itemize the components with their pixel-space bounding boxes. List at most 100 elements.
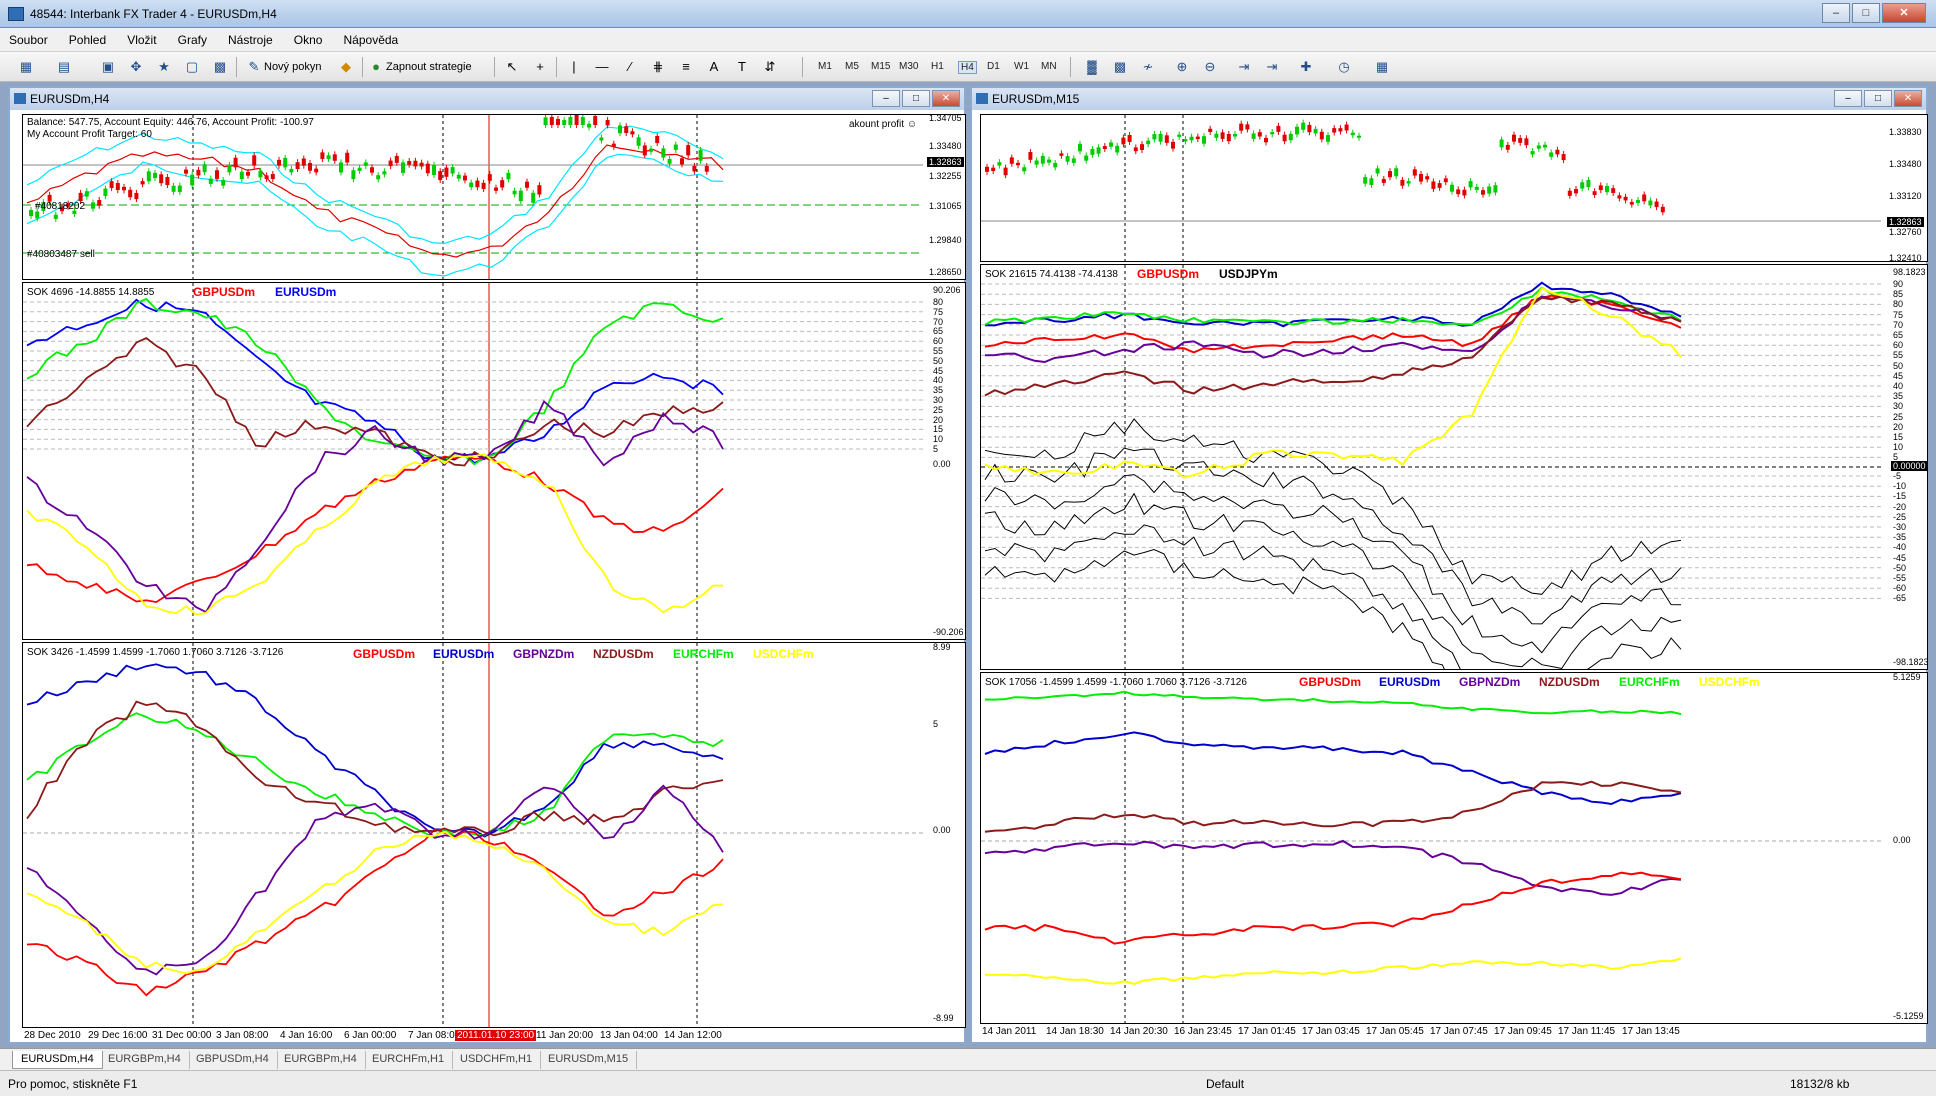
new-order-button[interactable]: ✎ Nový pokyn bbox=[244, 56, 322, 78]
candle-body bbox=[208, 178, 213, 184]
chart-close-button[interactable]: ✕ bbox=[932, 90, 960, 107]
candle-body bbox=[394, 155, 399, 163]
menu-help[interactable]: Nápověda bbox=[335, 28, 408, 47]
date-tick: 11 Jan 20:00 bbox=[536, 1030, 594, 1041]
tester-icon: ▩ bbox=[213, 59, 227, 74]
tab-eurusd-m15[interactable]: EURUSDm,M15 bbox=[540, 1051, 638, 1069]
strategy-tester-button[interactable]: ▩ bbox=[210, 56, 230, 78]
indicator-pane-2[interactable]: SOK 17056 -1.4599 1.4599 -1.7060 1.7060 … bbox=[980, 672, 1928, 1024]
market-watch-button[interactable]: ▣ bbox=[98, 56, 118, 78]
date-tick: 17 Jan 05:45 bbox=[1366, 1026, 1424, 1037]
candle-body bbox=[1152, 134, 1157, 140]
price-pane[interactable]: 1.33830 1.33480 1.33120 1.32863 1.32760 … bbox=[980, 114, 1928, 262]
indicators-button[interactable]: ✚ bbox=[1296, 56, 1316, 78]
ind1-tick: 15 bbox=[933, 424, 944, 435]
arrows-tool[interactable]: ⇵ bbox=[760, 56, 780, 78]
minimize-button[interactable]: – bbox=[1822, 3, 1850, 23]
candle-body bbox=[1127, 134, 1132, 142]
trendline-tool[interactable]: ∕ bbox=[620, 56, 640, 78]
candle-body bbox=[1183, 139, 1188, 142]
navigator-button[interactable]: ✥ bbox=[126, 56, 146, 78]
metaeditor-button[interactable]: ◆ bbox=[336, 56, 356, 78]
new-chart-button[interactable]: ▦ bbox=[16, 56, 36, 78]
candle-body bbox=[320, 152, 325, 160]
candle-body bbox=[562, 120, 567, 125]
autoscroll-button[interactable]: ⇥ bbox=[1234, 56, 1254, 78]
vertical-line-tool[interactable]: | bbox=[564, 56, 584, 78]
chart-shift-button[interactable]: ⇥ bbox=[1262, 56, 1282, 78]
series-eurusd bbox=[26, 663, 724, 838]
legend-gbpusd: GBPUSDm bbox=[193, 285, 256, 299]
tf-m5[interactable]: M5 bbox=[845, 61, 859, 72]
tab-usdchf-h1[interactable]: USDCHFm,H1 bbox=[452, 1051, 542, 1069]
chart-window-eurusd-m15[interactable]: EURUSDm,M15 – □ ✕ 1.33830 1.33480 1.3312… bbox=[970, 86, 1928, 1044]
candle-body bbox=[1499, 139, 1504, 148]
periods-button[interactable]: ◷ bbox=[1334, 56, 1354, 78]
close-button[interactable]: ✕ bbox=[1882, 3, 1926, 23]
horizontal-line-tool[interactable]: — bbox=[592, 56, 612, 78]
expert-advisors-button[interactable]: ● Zapnout strategie bbox=[366, 56, 472, 78]
status-profile: Default bbox=[1206, 1077, 1245, 1091]
indicator-pane-2[interactable]: SOK 3426 -1.4599 1.4599 -1.7060 1.7060 3… bbox=[22, 642, 966, 1028]
tf-w1[interactable]: W1 bbox=[1014, 61, 1029, 72]
data-window-icon: ★ bbox=[158, 59, 170, 74]
ind1-tick: 5 bbox=[933, 444, 939, 454]
maximize-button[interactable]: □ bbox=[1852, 3, 1880, 23]
tf-mn[interactable]: MN bbox=[1041, 61, 1057, 72]
tf-h4[interactable]: H4 bbox=[958, 61, 977, 74]
menu-charts[interactable]: Grafy bbox=[169, 28, 216, 47]
candle-body bbox=[680, 158, 684, 165]
tf-h1[interactable]: H1 bbox=[931, 61, 944, 72]
candle-body bbox=[314, 168, 319, 173]
chart-minimize-button[interactable]: – bbox=[872, 90, 900, 107]
candle-body bbox=[1226, 133, 1231, 142]
legend-nzdusd: NZDUSDm bbox=[593, 647, 654, 661]
menu-file[interactable]: Soubor bbox=[0, 28, 57, 47]
menu-window[interactable]: Okno bbox=[285, 28, 332, 47]
fibo-tool[interactable]: ≡ bbox=[676, 56, 696, 78]
line-chart-button[interactable]: ≁ bbox=[1138, 56, 1158, 78]
cursor-icon: ↖ bbox=[506, 59, 518, 74]
data-window-button[interactable]: ★ bbox=[154, 56, 174, 78]
indicator-pane-1[interactable]: SOK 21615 74.4138 -74.4138 GBPUSDm USDJP… bbox=[980, 264, 1928, 670]
candle-body bbox=[618, 125, 622, 134]
cursor-tool[interactable]: ↖ bbox=[502, 56, 522, 78]
menu-tools[interactable]: Nástroje bbox=[219, 28, 282, 47]
chart-maximize-button[interactable]: □ bbox=[902, 90, 930, 107]
price-pane[interactable]: Balance: 547.75, Account Equity: 446.76,… bbox=[22, 114, 966, 280]
chart-window-titlebar: EURUSDm,H4 – □ ✕ bbox=[10, 88, 964, 110]
expert-advisors-icon: ● bbox=[372, 59, 380, 74]
zoom-in-button[interactable]: ⊕ bbox=[1172, 56, 1192, 78]
menu-view[interactable]: Pohled bbox=[60, 28, 115, 47]
channel-tool[interactable]: ⋕ bbox=[648, 56, 668, 78]
crosshair-tool[interactable]: + bbox=[530, 56, 550, 78]
candle-body bbox=[388, 160, 393, 167]
candle-body bbox=[985, 166, 989, 172]
chart-window-eurusd-h4[interactable]: EURUSDm,H4 – □ ✕ Balance: 547.75, Accoun… bbox=[8, 86, 966, 1044]
bar-chart-button[interactable]: ▓ bbox=[1082, 56, 1102, 78]
tab-eurchf-h1[interactable]: EURCHFm,H1 bbox=[364, 1051, 454, 1069]
label-tool[interactable]: T bbox=[732, 56, 752, 78]
chart-minimize-button[interactable]: – bbox=[1834, 90, 1862, 107]
chart-maximize-button[interactable]: □ bbox=[1864, 90, 1892, 107]
tab-eurgbp-h4[interactable]: EURGBPm,H4 bbox=[100, 1051, 190, 1069]
tf-m30[interactable]: M30 bbox=[899, 61, 918, 72]
tf-m15[interactable]: M15 bbox=[871, 61, 890, 72]
terminal-button[interactable]: ▢ bbox=[182, 56, 202, 78]
profiles-button[interactable]: ▤ bbox=[54, 56, 74, 78]
templates-button[interactable]: ▦ bbox=[1372, 56, 1392, 78]
title-bar: 48544: Interbank FX Trader 4 - EURUSDm,H… bbox=[0, 0, 1936, 28]
candle-chart-button[interactable]: ▩ bbox=[1110, 56, 1130, 78]
indicator-pane-1[interactable]: SOK 4696 -14.8855 14.8855 GBPUSDm EURUSD… bbox=[22, 282, 966, 640]
tab-eurusd-h4[interactable]: EURUSDm,H4 bbox=[12, 1051, 103, 1069]
chart-close-button[interactable]: ✕ bbox=[1894, 90, 1922, 107]
tab-eurgbp-h4-2[interactable]: EURGBPm,H4 bbox=[276, 1051, 366, 1069]
tf-d1[interactable]: D1 bbox=[987, 61, 1000, 72]
menu-insert[interactable]: Vložit bbox=[118, 28, 165, 47]
tf-m1[interactable]: M1 bbox=[818, 61, 832, 72]
tab-gbpusd-h4[interactable]: GBPUSDm,H4 bbox=[188, 1051, 278, 1069]
text-tool[interactable]: A bbox=[704, 56, 724, 78]
zoom-out-button[interactable]: ⊖ bbox=[1200, 56, 1220, 78]
chart-icon bbox=[14, 93, 26, 104]
candle-body bbox=[1586, 179, 1591, 188]
